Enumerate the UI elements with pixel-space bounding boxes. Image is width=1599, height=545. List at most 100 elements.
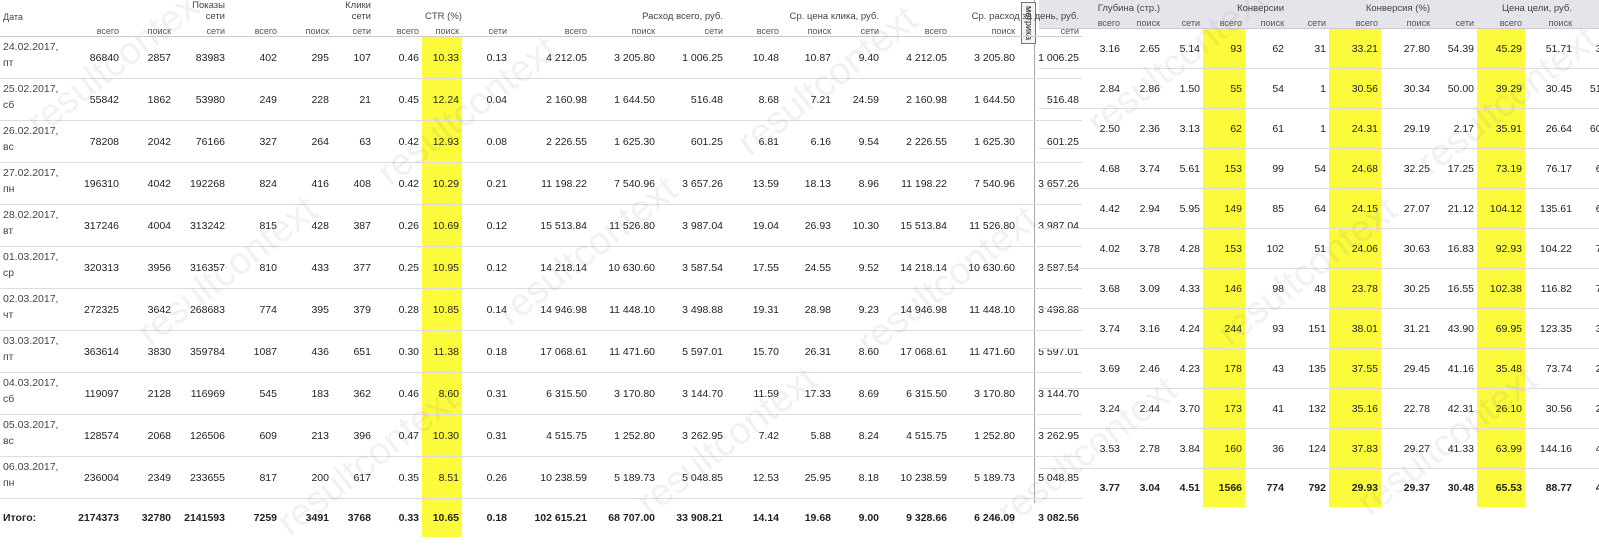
cell-gp-2: 516.48 <box>1575 68 1599 109</box>
header-spend[interactable]: Расход всего, руб. <box>590 0 726 22</box>
header-goal-price[interactable]: Цена цели, руб. <box>1477 0 1575 14</box>
table-row[interactable]: 3.69 2.46 4.23 178 43 135 37.55 29.45 41.16 35.48… <box>1039 348 1599 389</box>
table-row[interactable]: 06.03.2017, пн 236004 2349 233655 817 200 617 0.… <box>0 456 1082 499</box>
sub-header-blank <box>1039 14 1083 29</box>
cell-spend-0: 10 238.59 <box>510 456 590 499</box>
total-depth-0: 3.77 <box>1083 468 1123 507</box>
total-ctr-1: 10.65 <box>422 498 462 537</box>
cell-cr-1: 27.07 <box>1381 188 1433 229</box>
table-row[interactable]: 03.03.2017, пт 363614 3830 359784 1087 436 651 0… <box>0 330 1082 373</box>
sub-header-net[interactable]: сети <box>1287 14 1329 29</box>
sub-header-net[interactable]: сети <box>174 22 228 37</box>
sub-header-net[interactable]: сети <box>332 22 374 37</box>
cell-depth-0: 3.68 <box>1083 268 1123 309</box>
row-spacer <box>1039 308 1083 349</box>
cell-daily-0: 6 315.50 <box>882 372 950 415</box>
sub-header-net[interactable]: сети <box>658 22 726 37</box>
sub-header-total[interactable]: всего <box>510 22 590 37</box>
table-row[interactable]: 24.02.2017, пт 86840 2857 83983 402 295 107 0.46… <box>0 36 1082 79</box>
table-row[interactable]: 26.02.2017, вс 78208 2042 76166 327 264 63 0.42 1… <box>0 120 1082 163</box>
cell-spend-0: 2 226.55 <box>510 120 590 163</box>
table-row[interactable]: 2.84 2.86 1.50 55 54 1 30.56 30.34 50.00 39.29 30.… <box>1039 68 1599 109</box>
table-row[interactable]: 05.03.2017, вс 128574 2068 126506 609 213 396 0.… <box>0 414 1082 457</box>
sub-header-search[interactable]: поиск <box>280 22 332 37</box>
sub-header-total[interactable]: всего <box>228 22 280 37</box>
sub-header-search[interactable]: поиск <box>590 22 658 37</box>
cell-clk-0: 774 <box>228 288 280 331</box>
sub-header-total[interactable]: всего <box>1083 14 1123 29</box>
cell-imp-1: 1862 <box>122 78 174 121</box>
sub-header-search[interactable]: поиск <box>422 22 462 37</box>
cell-depth-2: 4.23 <box>1163 348 1203 389</box>
cell-cpc-2: 9.23 <box>834 288 882 331</box>
table-row[interactable]: 3.24 2.44 3.70 173 41 132 35.16 22.78 42.31 26.10… <box>1039 388 1599 429</box>
cell-imp-0: 78208 <box>70 120 122 163</box>
sub-header-net[interactable]: сети <box>834 22 882 37</box>
sub-header-total[interactable]: всего <box>1477 14 1525 29</box>
header-impressions[interactable]: Показы сети <box>174 0 228 22</box>
cell-conv-0: 244 <box>1203 308 1245 349</box>
header-depth[interactable]: Глубина (стр.) <box>1083 0 1163 14</box>
cell-depth-0: 3.16 <box>1083 28 1123 69</box>
cell-ctr-1: 10.29 <box>422 162 462 205</box>
sub-header-net[interactable]: сети <box>1433 14 1477 29</box>
sub-header-total[interactable]: всего <box>374 22 422 37</box>
sub-header-search[interactable]: поиск <box>1381 14 1433 29</box>
sub-header-total[interactable]: всего <box>1329 14 1381 29</box>
table-row[interactable]: 3.68 3.09 4.33 146 98 48 23.78 30.25 16.55 102.38… <box>1039 268 1599 309</box>
total-spend-1: 68 707.00 <box>590 498 658 537</box>
cell-daily-1: 5 189.73 <box>950 456 1018 499</box>
sub-header-search[interactable]: поиск <box>1245 14 1287 29</box>
sub-header-search[interactable]: поиск <box>122 22 174 37</box>
table-row[interactable]: 4.68 3.74 5.61 153 99 54 24.68 32.25 17.25 73.19 7… <box>1039 148 1599 189</box>
cell-conv-0: 178 <box>1203 348 1245 389</box>
sub-header-search[interactable]: поиск <box>1525 14 1575 29</box>
sub-header-total[interactable]: всего <box>726 22 782 37</box>
cell-spend-1: 1 644.50 <box>590 78 658 121</box>
cell-depth-1: 2.94 <box>1123 188 1163 229</box>
table-row[interactable]: 3.16 2.65 5.14 93 62 31 33.21 27.80 54.39 45.29 51… <box>1039 28 1599 69</box>
sub-header-search[interactable]: поиск <box>950 22 1018 37</box>
sub-header-net[interactable]: сети <box>1163 14 1203 29</box>
cell-imp-1: 3642 <box>122 288 174 331</box>
cell-conv-2: 31 <box>1287 28 1329 69</box>
header-clicks[interactable]: Клики сети <box>332 0 374 22</box>
table-row[interactable]: 04.03.2017, сб 119097 2128 116969 545 183 362 0.… <box>0 372 1082 415</box>
table-row[interactable]: 27.02.2017, пн 196310 4042 192268 824 416 408 0.… <box>0 162 1082 205</box>
cell-ctr-2: 0.12 <box>462 204 510 247</box>
sub-header-search[interactable]: поиск <box>1123 14 1163 29</box>
sub-header-net[interactable]: сети <box>462 22 510 37</box>
cell-depth-2: 5.61 <box>1163 148 1203 189</box>
header-conversions[interactable]: Конверсии <box>1203 0 1287 14</box>
table-row[interactable]: 01.03.2017, ср 320313 3956 316357 810 433 377 0.… <box>0 246 1082 289</box>
table-row[interactable]: 02.03.2017, чт 272325 3642 268683 774 395 379 0.… <box>0 288 1082 331</box>
table-row[interactable]: 4.42 2.94 5.95 149 85 64 24.15 27.07 21.12 104.12… <box>1039 188 1599 229</box>
table-row[interactable]: 3.74 3.16 4.24 244 93 151 38.01 31.21 43.90 69.95… <box>1039 308 1599 349</box>
cell-cr-1: 27.80 <box>1381 28 1433 69</box>
cell-spend-0: 17 068.61 <box>510 330 590 373</box>
table-row[interactable]: 25.02.2017, сб 55842 1862 53980 249 228 21 0.45 1… <box>0 78 1082 121</box>
header-conv-rate[interactable]: Конверсия (%) <box>1329 0 1433 14</box>
cell-spend-2: 5 597.01 <box>658 330 726 373</box>
cell-ctr-1: 8.51 <box>422 456 462 499</box>
cell-clk-1: 295 <box>280 36 332 79</box>
table-row[interactable]: 28.02.2017, вт 317246 4004 313242 815 428 387 0.… <box>0 204 1082 247</box>
sub-header-net[interactable]: сети <box>1575 14 1599 29</box>
cell-ctr-0: 0.46 <box>374 372 422 415</box>
cell-spend-0: 11 198.22 <box>510 162 590 205</box>
header-date[interactable]: Дата <box>0 0 70 22</box>
table-row[interactable]: 3.53 2.78 3.84 160 36 124 37.83 29.27 41.33 63.99… <box>1039 428 1599 469</box>
cell-cpc-2: 24.59 <box>834 78 882 121</box>
cell-cr-0: 33.21 <box>1329 28 1381 69</box>
sub-header-total[interactable]: всего <box>1203 14 1245 29</box>
table-row[interactable]: 4.02 3.78 4.28 153 102 51 24.06 30.63 16.83 92.93… <box>1039 228 1599 269</box>
cell-ctr-0: 0.26 <box>374 204 422 247</box>
sub-header-search[interactable]: поиск <box>782 22 834 37</box>
header-ctr[interactable]: CTR (%) <box>422 0 462 22</box>
sub-header-total[interactable]: всего <box>70 22 122 37</box>
table-row[interactable]: 2.50 2.36 3.13 62 61 1 24.31 29.19 2.17 35.91 26.6… <box>1039 108 1599 149</box>
cell-clk-2: 396 <box>332 414 374 457</box>
cell-gp-2: 23.29 <box>1575 348 1599 389</box>
header-cpc[interactable]: Ср. цена клика, руб. <box>782 0 882 22</box>
sub-header-total[interactable]: всего <box>882 22 950 37</box>
